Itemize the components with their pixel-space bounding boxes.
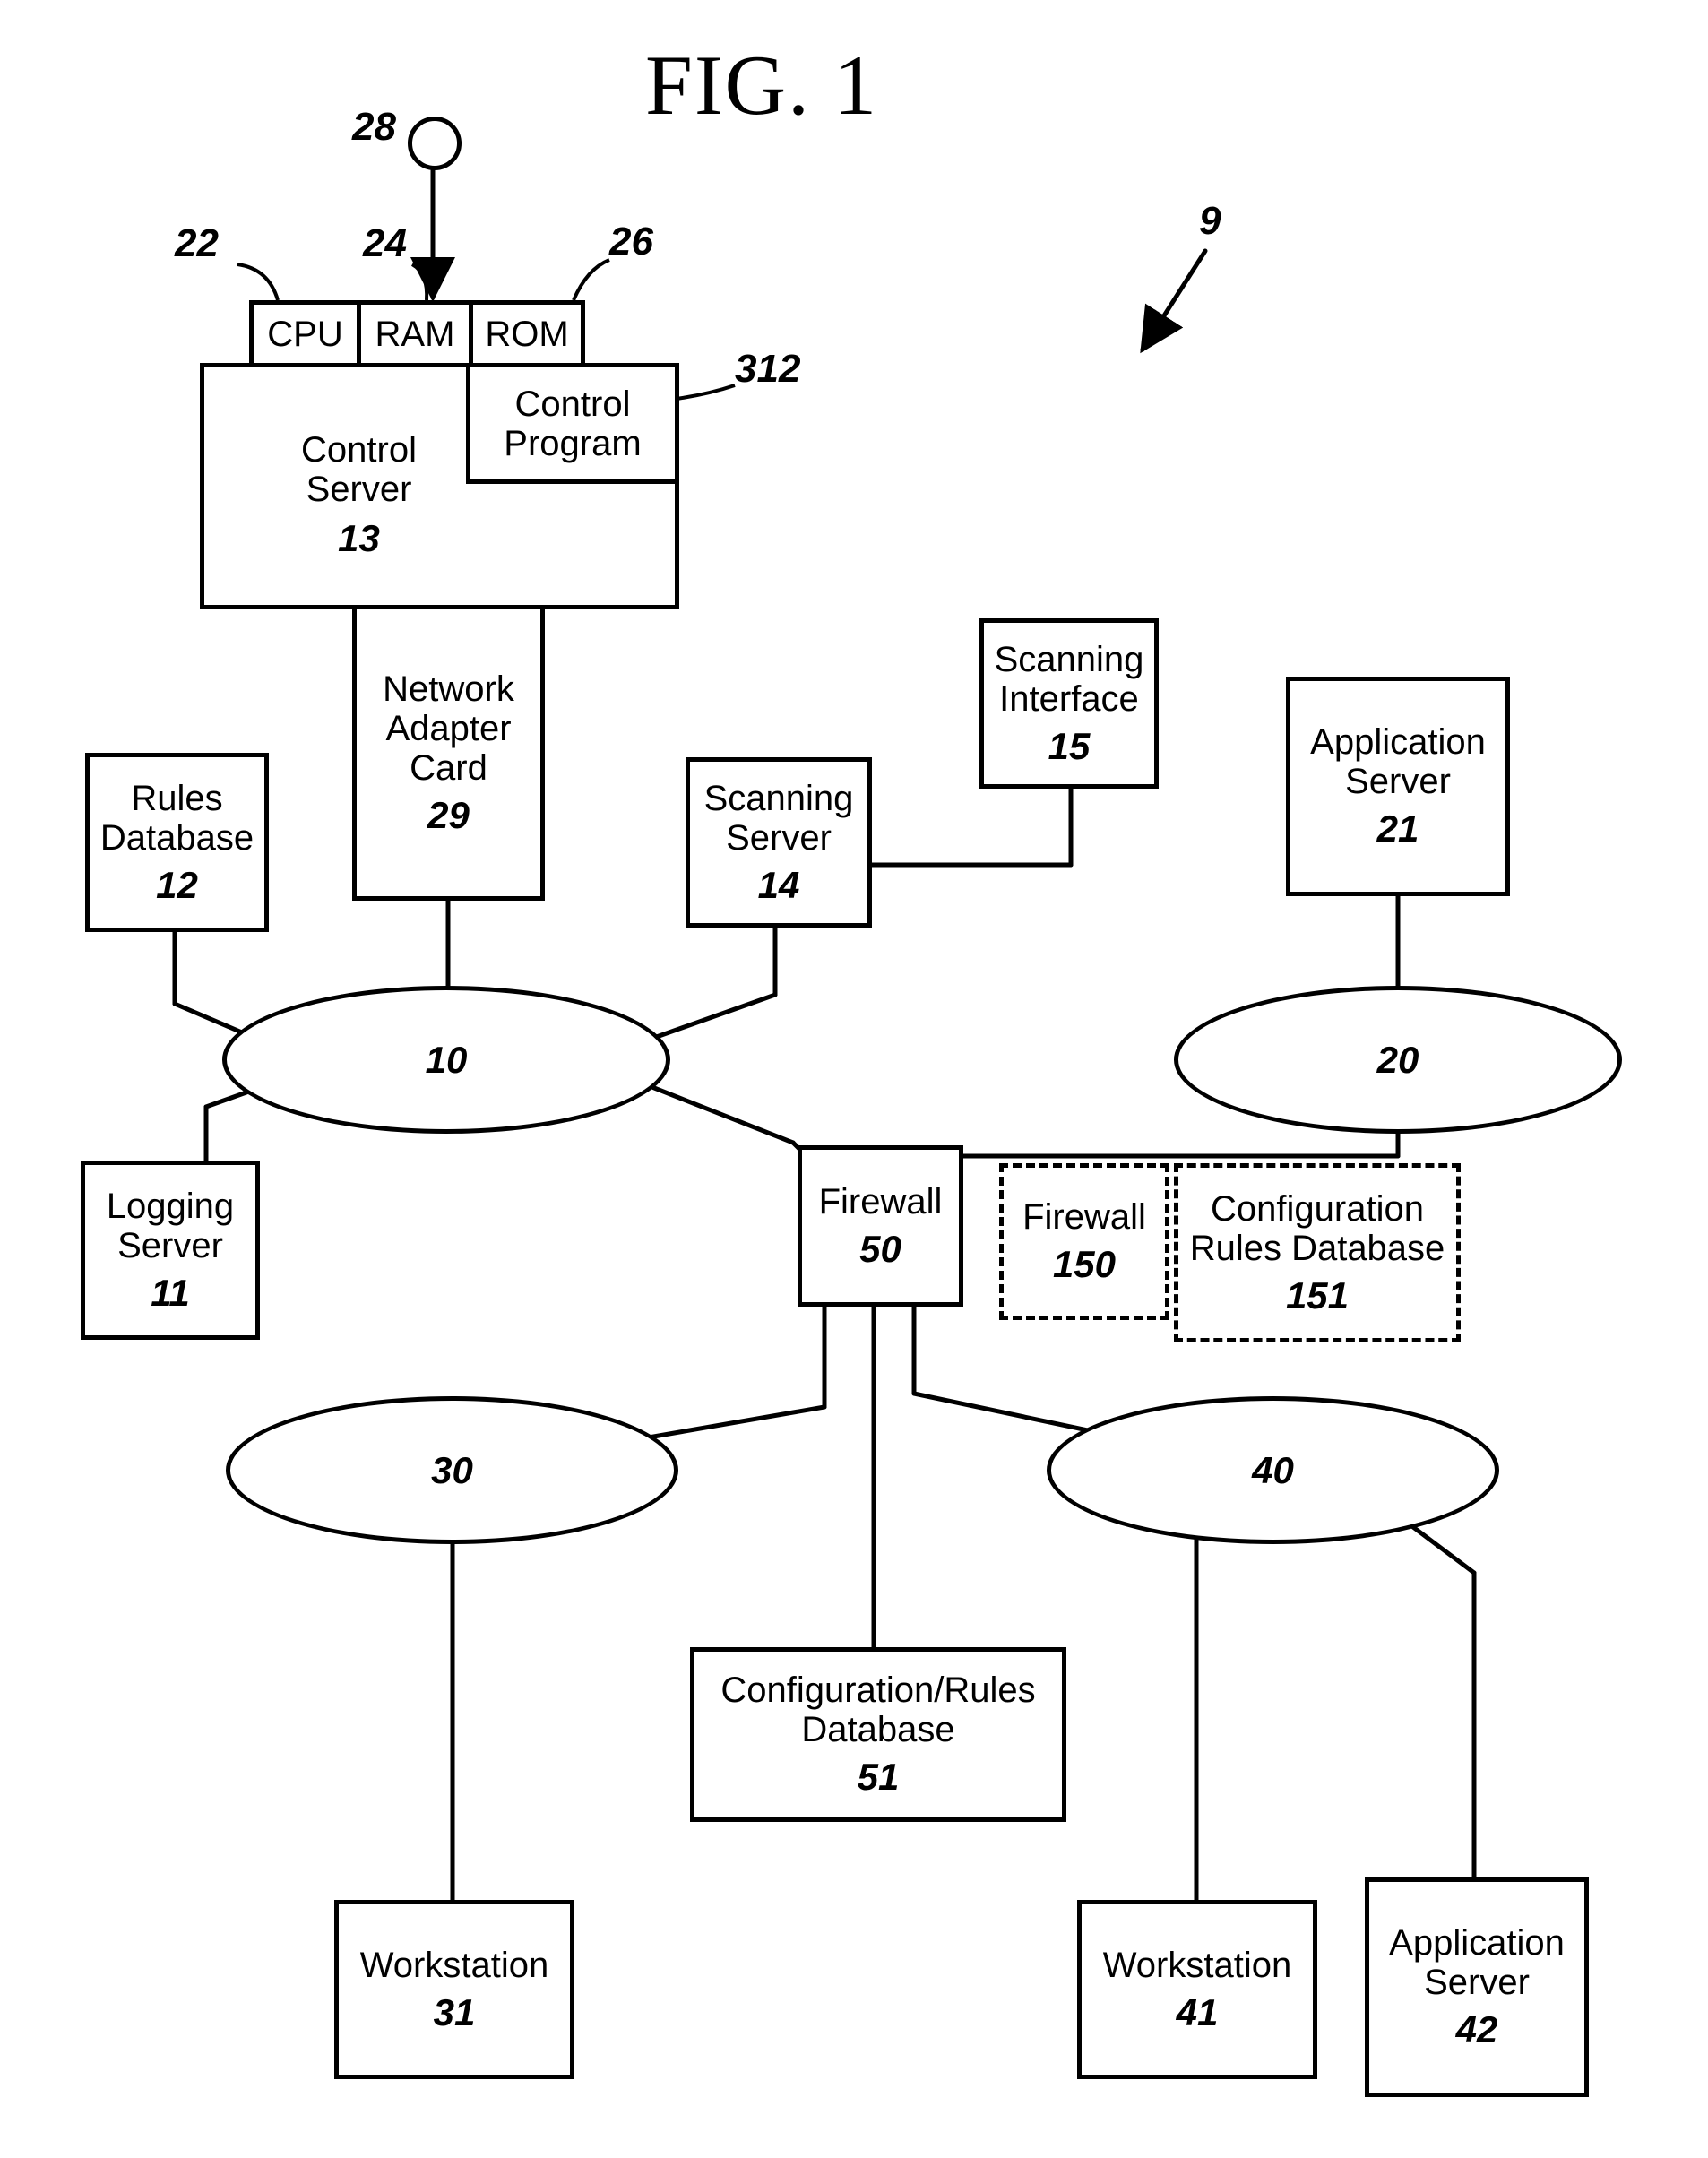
figure-title: FIG. 1	[645, 36, 878, 134]
config-rules-51-label: Configuration/Rules Database	[720, 1670, 1035, 1749]
ram-label: RAM	[375, 315, 455, 354]
app-server-21-label: Application Server	[1310, 722, 1486, 801]
app-server-21-num: 21	[1377, 808, 1419, 850]
config-rules-151-num: 151	[1286, 1275, 1349, 1316]
label-312: 312	[735, 350, 800, 389]
logging-server-box: Logging Server 11	[81, 1161, 260, 1340]
ellipse-40-num: 40	[1252, 1449, 1294, 1492]
label-22: 22	[175, 224, 219, 263]
scanning-server-box: Scanning Server 14	[686, 757, 872, 928]
control-program-box: Control Program	[466, 363, 679, 484]
config-rules-51-num: 51	[858, 1757, 900, 1798]
figure-stage: FIG. 1 9 28 24 22 26 312 CPU RAM ROM Con…	[0, 0, 1708, 2158]
workstation-31-box: Workstation 31	[334, 1900, 574, 2079]
ram-box: RAM	[357, 300, 473, 367]
config-rules-51-box: Configuration/Rules Database 51	[690, 1647, 1066, 1822]
scanning-server-label: Scanning Server	[704, 779, 854, 858]
rules-db-label: Rules Database	[100, 779, 254, 858]
app-server-42-label: Application Server	[1389, 1923, 1565, 2002]
logging-server-label: Logging Server	[107, 1187, 234, 1265]
ellipse-30-num: 30	[431, 1449, 473, 1492]
logging-server-num: 11	[151, 1273, 190, 1314]
ellipse-10: 10	[222, 986, 670, 1134]
cpu-box: CPU	[249, 300, 361, 367]
app-server-42-box: Application Server 42	[1365, 1877, 1589, 2097]
cpu-label: CPU	[267, 315, 342, 354]
label-9: 9	[1199, 202, 1221, 241]
firewall-150-label: Firewall	[1022, 1197, 1146, 1237]
ellipse-20-num: 20	[1377, 1039, 1419, 1082]
ellipse-40: 40	[1047, 1396, 1499, 1544]
workstation-41-label: Workstation	[1103, 1946, 1291, 1985]
firewall-50-label: Firewall	[819, 1182, 943, 1221]
workstation-31-num: 31	[434, 1992, 476, 2033]
nac-label: Network Adapter Card	[383, 669, 514, 788]
firewall-50-box: Firewall 50	[798, 1145, 963, 1307]
config-rules-151-label: Configuration Rules Database	[1190, 1189, 1445, 1268]
scanning-interface-num: 15	[1048, 726, 1091, 767]
label-24: 24	[363, 224, 407, 263]
ellipse-10-num: 10	[426, 1039, 468, 1082]
workstation-41-box: Workstation 41	[1077, 1900, 1317, 2079]
firewall-150-box: Firewall 150	[999, 1163, 1169, 1320]
firewall-50-num: 50	[859, 1229, 901, 1270]
app-server-42-num: 42	[1456, 2009, 1498, 2050]
label-28: 28	[352, 108, 396, 147]
ellipse-30: 30	[226, 1396, 678, 1544]
scanning-interface-label: Scanning Interface	[995, 640, 1144, 719]
scanning-server-num: 14	[758, 865, 800, 906]
control-program-label: Control Program	[504, 384, 641, 463]
rom-box: ROM	[469, 300, 585, 367]
control-server-num: 13	[338, 518, 380, 559]
rom-label: ROM	[485, 315, 568, 354]
workstation-41-num: 41	[1177, 1992, 1219, 2033]
config-rules-151-box: Configuration Rules Database 151	[1174, 1163, 1461, 1342]
nac-box: Network Adapter Card 29	[352, 605, 545, 901]
ellipse-20: 20	[1174, 986, 1622, 1134]
firewall-150-num: 150	[1053, 1244, 1116, 1285]
node-28-circle	[408, 117, 462, 170]
nac-num: 29	[427, 795, 470, 836]
rules-db-num: 12	[156, 865, 198, 906]
control-server-label: Control Server	[301, 430, 417, 509]
scanning-interface-box: Scanning Interface 15	[979, 618, 1159, 789]
rules-db-box: Rules Database 12	[85, 753, 269, 932]
workstation-31-label: Workstation	[360, 1946, 548, 1985]
label-26: 26	[609, 222, 653, 262]
app-server-21-box: Application Server 21	[1286, 677, 1510, 896]
